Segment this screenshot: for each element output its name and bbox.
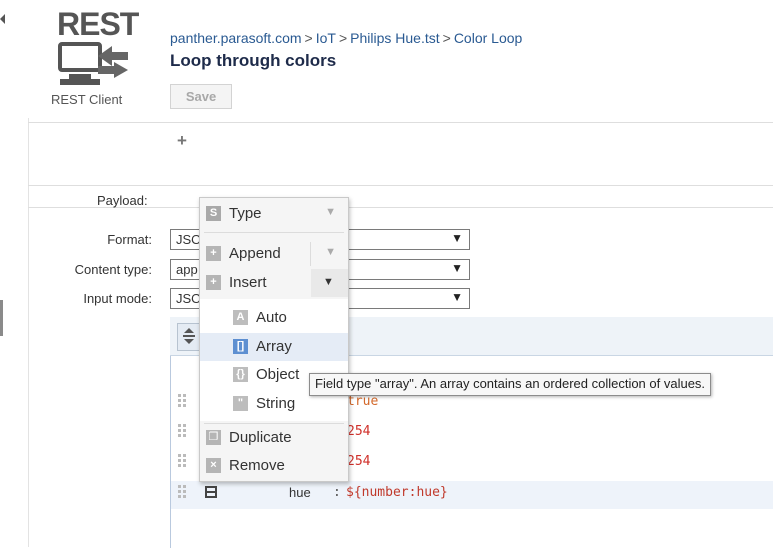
insert-expand-button[interactable]: ▼	[311, 269, 348, 297]
submenu-item-label: Auto	[256, 309, 287, 326]
string-type-icon: "	[233, 396, 248, 411]
breadcrumb-host[interactable]: panther.parasoft.com	[170, 30, 302, 46]
menu-split-divider	[310, 242, 311, 266]
submenu-item-label: String	[256, 395, 296, 412]
expand-collapse-icon	[183, 328, 195, 344]
chevron-down-icon: ▼	[451, 231, 463, 245]
logo-text: REST	[57, 6, 139, 42]
drag-handle-icon[interactable]	[178, 394, 188, 408]
tree-value[interactable]: true	[347, 394, 378, 409]
duplicate-icon: ❐	[206, 430, 221, 445]
auto-type-icon: A	[233, 310, 248, 325]
add-icon[interactable]: +	[177, 131, 187, 151]
insert-type-submenu: A Auto [] Array {} Object " String	[200, 299, 348, 421]
page-title: Loop through colors	[170, 51, 337, 70]
menu-divider	[204, 232, 344, 233]
menu-item-label: Type	[229, 205, 262, 222]
breadcrumb-folder[interactable]: IoT	[316, 30, 336, 46]
plus-icon: +	[206, 246, 221, 261]
breadcrumb-separator: >	[304, 30, 313, 46]
drag-handle-icon[interactable]	[178, 424, 188, 438]
content-type-label: Content type:	[74, 262, 152, 277]
menu-item-duplicate[interactable]: ❐ Duplicate	[200, 424, 348, 452]
expand-collapse-button[interactable]	[177, 323, 201, 351]
save-button[interactable]: Save	[170, 84, 232, 109]
breadcrumb-separator: >	[442, 30, 451, 46]
breadcrumb-separator: >	[338, 30, 348, 46]
rest-client-icon	[58, 42, 128, 85]
menu-item-append[interactable]: + Append ▼	[200, 240, 348, 268]
tree-key[interactable]: hue	[289, 485, 311, 500]
submenu-item-label: Array	[256, 338, 292, 355]
breadcrumb-test-file[interactable]: Philips Hue.tst	[350, 30, 439, 46]
drag-handle-icon[interactable]	[178, 454, 188, 468]
menu-item-label: Duplicate	[229, 429, 292, 446]
plus-icon: +	[206, 275, 221, 290]
submenu-item-auto[interactable]: A Auto	[200, 304, 348, 332]
type-icon: S	[206, 206, 221, 221]
chevron-down-icon: ▼	[451, 261, 463, 275]
format-label: Format:	[107, 232, 152, 247]
input-mode-value: JSO	[176, 291, 202, 306]
drag-handle-icon[interactable]	[178, 485, 188, 499]
chevron-down-icon: ▼	[323, 276, 334, 288]
key-value-separator: :	[333, 485, 341, 500]
input-mode-label: Input mode:	[83, 291, 152, 306]
array-type-icon: []	[233, 339, 248, 354]
tree-value[interactable]: ${number:hue}	[346, 485, 448, 500]
breadcrumb-test[interactable]: Color Loop	[454, 30, 523, 46]
chevron-down-icon: ▼	[325, 206, 336, 218]
field-menu-icon[interactable]	[205, 486, 217, 498]
menu-item-label: Remove	[229, 457, 285, 474]
type-tooltip: Field type "array". An array contains an…	[309, 373, 712, 396]
submenu-item-label: Object	[256, 366, 300, 383]
submenu-item-array[interactable]: [] Array	[200, 333, 348, 361]
payload-label: Payload:	[97, 193, 148, 208]
format-value: JSO	[176, 232, 202, 247]
menu-item-type[interactable]: S Type ▼	[200, 200, 348, 228]
chevron-down-icon: ▼	[451, 290, 463, 304]
chevron-down-icon[interactable]: ▼	[325, 246, 336, 258]
tree-value[interactable]: 254	[347, 424, 370, 439]
logo-label: REST Client	[51, 92, 123, 107]
object-type-icon: {}	[233, 367, 248, 382]
field-context-menu: S Type ▼ + Append ▼ + Insert ▼ A Auto []…	[199, 197, 349, 482]
menu-item-label: Append	[229, 245, 281, 262]
tree-value[interactable]: 254	[347, 454, 370, 469]
headers-panel	[28, 122, 773, 186]
breadcrumb: panther.parasoft.com > IoT > Philips Hue.tst…	[170, 30, 522, 46]
tree-row-selected[interactable]	[171, 481, 773, 509]
remove-icon: ×	[206, 458, 221, 473]
content-type-value: app	[176, 262, 198, 277]
menu-item-remove[interactable]: × Remove	[200, 452, 348, 480]
menu-item-label: Insert	[229, 274, 267, 291]
collapse-arrow-icon[interactable]	[0, 14, 5, 24]
